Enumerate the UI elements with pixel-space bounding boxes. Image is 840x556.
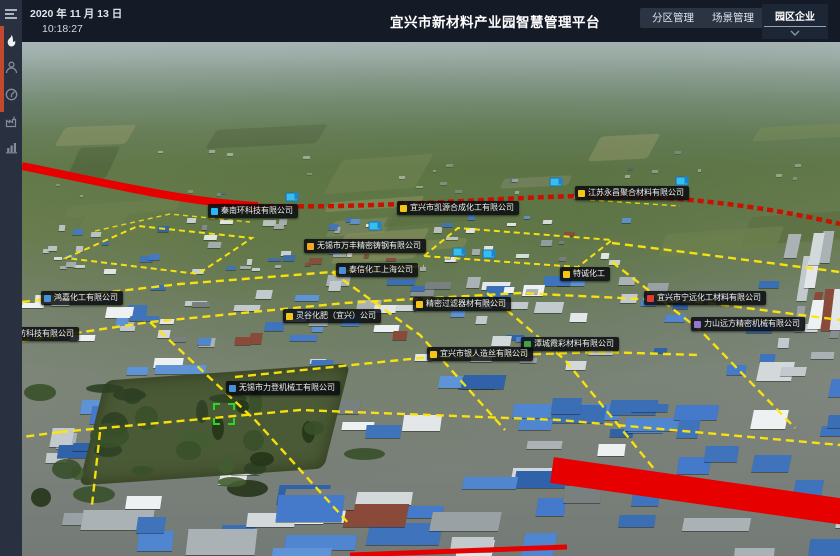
company-name: 无锡市万丰精密铸钢有限公司: [317, 240, 421, 252]
sidebar-item-monitor[interactable]: [0, 83, 22, 105]
sidebar-item-statistics[interactable]: [0, 136, 22, 158]
company-pin-icon: [286, 313, 293, 320]
company-marker-layer: 秦南环科技有限公司 宜兴市凯源合成化工有限公司 江苏永昌聚合材料有限公司无锡市万丰精…: [22, 42, 840, 556]
company-pin-icon: [307, 243, 314, 250]
partition-manage-button[interactable]: 分区管理: [640, 8, 706, 28]
company-name: 宜兴市凯源合成化工有限公司: [410, 202, 514, 214]
dropdown-label: 园区企业: [764, 8, 826, 27]
truck-icon[interactable]: [483, 250, 496, 259]
company-marker[interactable]: 潭城霞彩材料有限公司: [521, 337, 619, 351]
company-marker[interactable]: 无锡市万丰精密铸钢有限公司: [304, 239, 426, 253]
company-marker[interactable]: 宜兴市宁远化工材料有限公司: [644, 291, 766, 305]
left-sidebar: [0, 0, 22, 556]
company-pin-icon: [211, 208, 218, 215]
company-pin-icon: [400, 205, 407, 212]
top-bar: 2020 年 11 月 13 日 10:18:27 宜兴市新材料产业园智慧管理平…: [22, 0, 840, 42]
bar-chart-icon: [5, 141, 18, 154]
scene-manage-button[interactable]: 场景管理: [700, 8, 766, 28]
current-date: 2020 年 11 月 13 日: [30, 6, 122, 21]
company-pin-icon: [339, 267, 346, 274]
company-marker[interactable]: 鸿嘉化工有限公司: [41, 291, 123, 305]
truck-icon[interactable]: [676, 177, 689, 186]
truck-icon[interactable]: [369, 222, 382, 231]
current-time: 10:18:27: [42, 23, 83, 35]
company-name: 精密过滤器材有限公司: [426, 298, 506, 310]
sidebar-item-factory[interactable]: [0, 110, 22, 132]
selection-reticle: [213, 403, 235, 425]
factory-icon: [5, 115, 18, 128]
sidebar-item-personnel[interactable]: [0, 56, 22, 78]
company-name: 泰信化工上海公司: [349, 264, 413, 276]
chevron-down-icon: [762, 27, 828, 39]
company-name: 江苏永昌聚合材料有限公司: [588, 187, 684, 199]
company-marker[interactable]: 北弘消防科技有限公司: [22, 327, 79, 341]
company-marker[interactable]: 无锡市力登机械工有限公司: [226, 381, 340, 395]
company-pin-icon: [229, 385, 236, 392]
company-name: 宜兴市宁远化工材料有限公司: [657, 292, 761, 304]
company-pin-icon: [563, 271, 570, 278]
company-pin-icon: [694, 321, 701, 328]
company-marker[interactable]: 秦南环科技有限公司: [208, 204, 298, 218]
truck-icon[interactable]: [453, 248, 466, 257]
park-enterprise-dropdown[interactable]: 园区企业: [762, 4, 828, 39]
map-3d-viewport[interactable]: 秦南环科技有限公司 宜兴市凯源合成化工有限公司 江苏永昌聚合材料有限公司无锡市万丰精…: [22, 42, 840, 556]
company-marker[interactable]: 宜兴市银人造丝有限公司: [427, 347, 533, 361]
company-marker[interactable]: 精密过滤器材有限公司: [413, 297, 511, 311]
company-marker[interactable]: 力山远方精密机械有限公司: [691, 317, 805, 331]
company-marker[interactable]: 宜兴市凯源合成化工有限公司: [397, 201, 519, 215]
company-pin-icon: [578, 190, 585, 197]
company-pin-icon: [416, 301, 423, 308]
gauge-icon: [5, 88, 18, 101]
truck-icon[interactable]: [286, 193, 299, 202]
company-name: 秦南环科技有限公司: [221, 205, 293, 217]
company-name: 无锡市力登机械工有限公司: [239, 382, 335, 394]
company-name: 北弘消防科技有限公司: [22, 328, 74, 340]
company-marker[interactable]: 特诚化工: [560, 267, 610, 281]
company-marker[interactable]: 江苏永昌聚合材料有限公司: [575, 186, 689, 200]
company-marker[interactable]: 泰信化工上海公司: [336, 263, 418, 277]
company-name: 潭城霞彩材料有限公司: [534, 338, 614, 350]
company-pin-icon: [647, 295, 654, 302]
company-name: 宜兴市银人造丝有限公司: [440, 348, 528, 360]
company-name: 鸿嘉化工有限公司: [54, 292, 118, 304]
company-name: 灵谷化肥（宜兴）公司: [296, 310, 376, 322]
flame-icon: [5, 34, 18, 48]
page-title: 宜兴市新材料产业园智慧管理平台: [390, 11, 600, 31]
user-icon: [5, 61, 18, 74]
company-marker[interactable]: 灵谷化肥（宜兴）公司: [283, 309, 381, 323]
sidebar-item-fire[interactable]: [0, 30, 22, 52]
company-name: 力山远方精密机械有限公司: [704, 318, 800, 330]
company-name: 特诚化工: [573, 268, 605, 280]
company-pin-icon: [430, 351, 437, 358]
menu-icon[interactable]: [0, 4, 22, 24]
truck-icon[interactable]: [550, 178, 563, 187]
company-pin-icon: [44, 295, 51, 302]
